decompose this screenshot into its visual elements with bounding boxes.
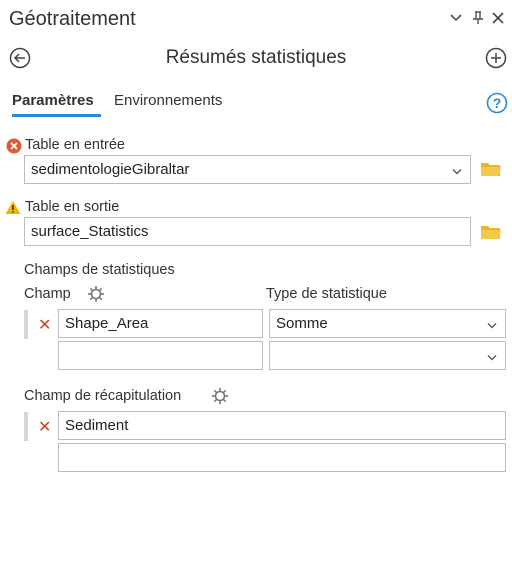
remove-icon[interactable]: ✕: [38, 417, 51, 437]
output-table-label: Table en sortie: [25, 199, 120, 215]
stat-row-handle: [24, 310, 28, 339]
pane-title: Géotraitement: [9, 8, 136, 30]
input-table-select[interactable]: sedimentologieGibraltar: [24, 155, 471, 184]
warning-icon: [5, 200, 21, 216]
stat-type-column-label: Type de statistique: [266, 286, 387, 302]
case-row-handle: [24, 412, 28, 441]
stat-type-value-1: Somme: [276, 315, 328, 332]
stat-field-input-2[interactable]: [58, 341, 263, 370]
stat-field-input-1[interactable]: Shape_Area: [58, 309, 263, 338]
case-field-value-1: Sediment: [65, 417, 129, 434]
stat-field-gear-icon[interactable]: [86, 284, 106, 304]
input-folder-icon[interactable]: [479, 158, 503, 180]
tab-environments[interactable]: Environnements: [114, 92, 222, 109]
chevron-down-icon: [452, 161, 462, 178]
remove-icon[interactable]: ✕: [38, 315, 51, 335]
help-icon[interactable]: ?: [486, 92, 508, 114]
pane-options-chevron-icon[interactable]: [446, 8, 466, 28]
stat-fields-label: Champs de statistiques: [24, 262, 175, 278]
case-field-gear-icon[interactable]: [210, 386, 230, 406]
svg-text:?: ?: [493, 95, 502, 111]
pin-icon[interactable]: [468, 8, 488, 28]
stat-field-column-label: Champ: [24, 286, 71, 302]
add-icon[interactable]: [484, 46, 508, 70]
output-table-value: surface_Statistics: [31, 223, 149, 240]
active-tab-indicator: [12, 114, 101, 117]
chevron-down-icon: [487, 315, 497, 332]
case-field-label: Champ de récapitulation: [24, 388, 182, 404]
input-table-value: sedimentologieGibraltar: [31, 161, 190, 178]
case-field-input-2[interactable]: [58, 443, 506, 472]
stat-field-value-1: Shape_Area: [65, 315, 149, 332]
output-folder-icon[interactable]: [479, 221, 503, 243]
input-table-label: Table en entrée: [25, 137, 125, 153]
stat-type-select-1[interactable]: Somme: [269, 309, 506, 338]
stat-type-select-2[interactable]: [269, 341, 506, 370]
close-icon[interactable]: [488, 8, 508, 28]
chevron-down-icon: [487, 347, 497, 364]
tab-parameters[interactable]: Paramètres: [12, 92, 94, 109]
output-table-input[interactable]: surface_Statistics: [24, 217, 471, 246]
tool-title: Résumés statistiques: [165, 47, 347, 68]
case-field-input-1[interactable]: Sediment: [58, 411, 506, 440]
error-icon: [6, 138, 22, 154]
